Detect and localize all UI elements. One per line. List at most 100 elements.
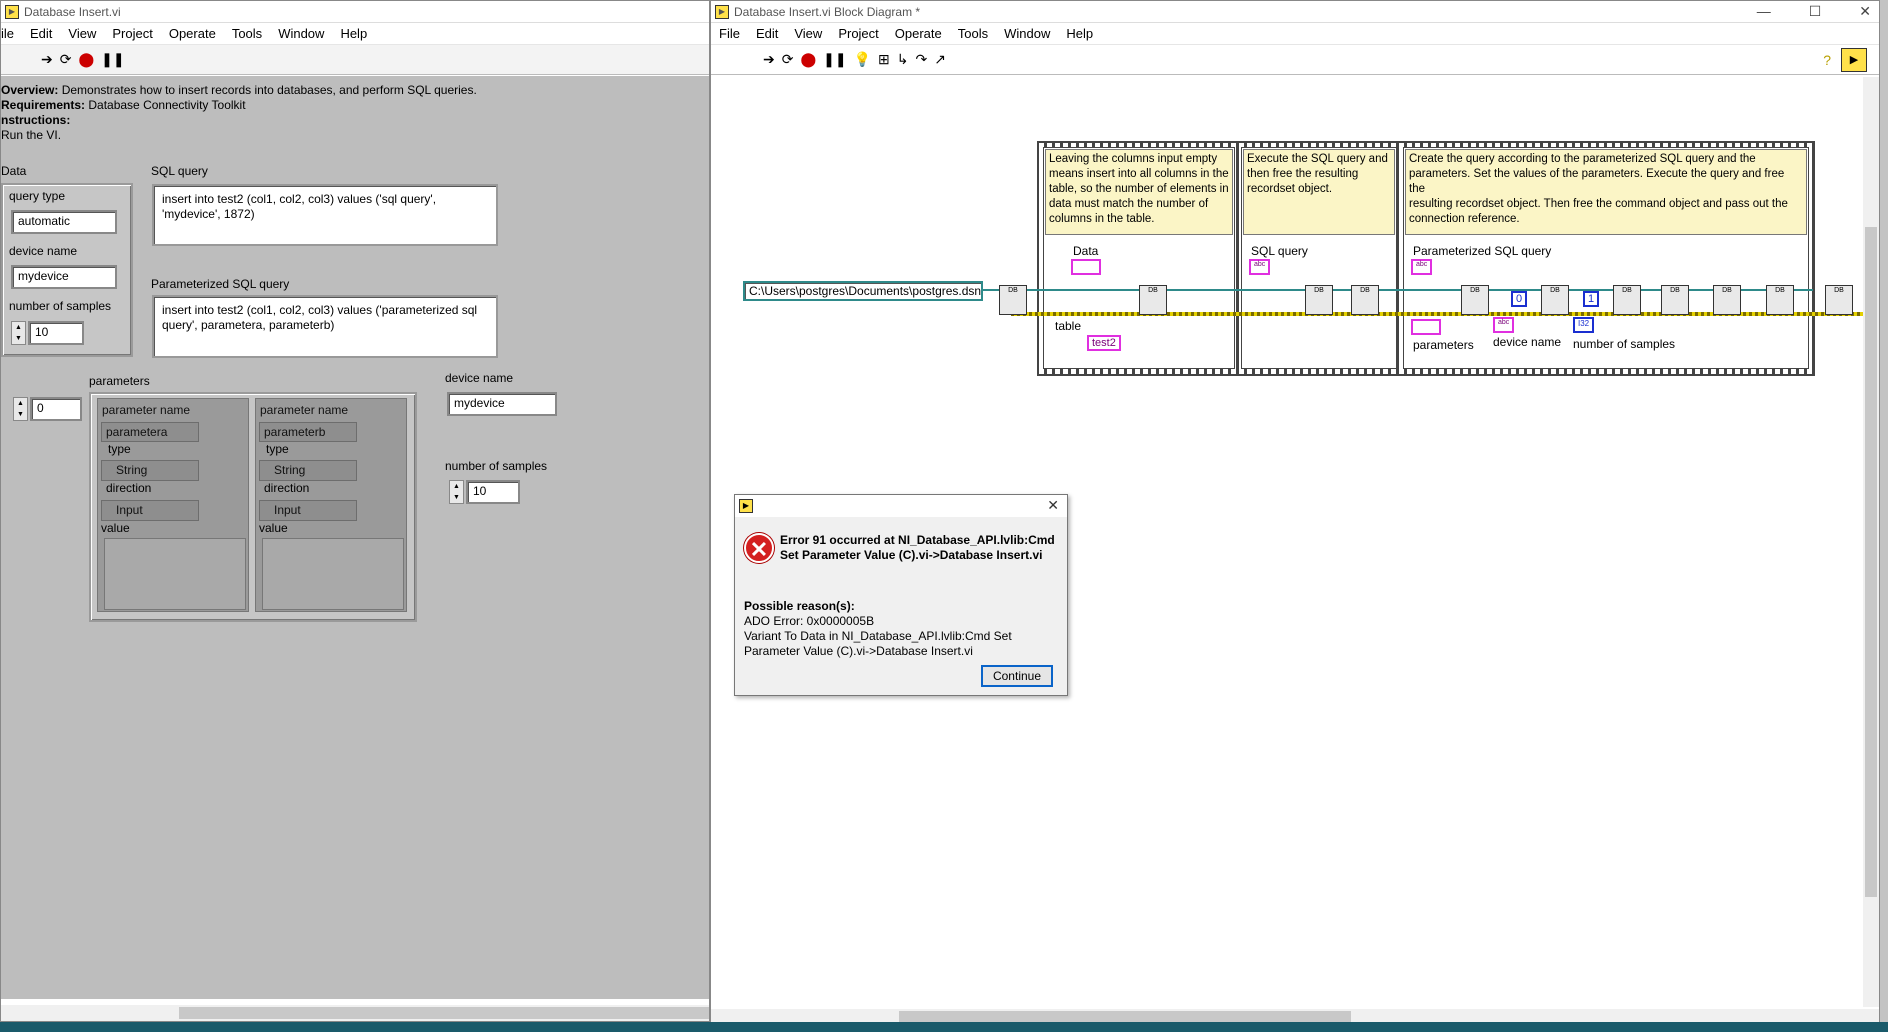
device-name-field[interactable]: mydevice [11,265,117,289]
set-parameter-node[interactable]: DB [1613,285,1641,315]
psql-terminal-label: Parameterized SQL query [1413,244,1552,258]
front-panel-window: ▶ Database Insert.vi ile Edit View Proje… [0,0,710,1022]
diagram-toolbar: ➔ ⟳ ⬤ ❚❚ 💡 ⊞ ↳ ↷ ↗ ? ▶ [711,45,1879,75]
execute-query-node[interactable]: DB [1305,285,1333,315]
execute-node[interactable]: DB [1661,285,1689,315]
parameter-type-label: type [266,442,289,456]
parameter-type-ring[interactable]: String [101,460,199,481]
menu-operate[interactable]: Operate [161,26,224,41]
dialog-close-icon[interactable]: ✕ [1047,497,1059,514]
device-name-terminal[interactable]: abc [1493,317,1515,333]
num-samples-stepper[interactable]: ▲ ▼ [11,321,26,345]
pause-icon[interactable]: ❚❚ [823,51,846,68]
diagram-title: Database Insert.vi Block Diagram * [734,4,921,19]
param-sql-terminal[interactable]: abc [1411,259,1433,275]
num-samples-terminal[interactable]: I32 [1573,317,1595,333]
array-index-field[interactable]: 0 [30,397,82,421]
abort-icon[interactable]: ⬤ [800,51,816,68]
vi-icon: ▶ [739,499,753,513]
maximize-icon[interactable]: ☐ [1809,3,1822,20]
menu-view[interactable]: View [786,26,830,41]
menu-edit[interactable]: Edit [22,26,60,41]
parameters-label: parameters [89,374,150,388]
query-type-ring[interactable]: automatic [11,210,117,234]
pause-icon[interactable]: ❚❚ [101,51,124,68]
menu-file[interactable]: ile [1,26,22,41]
step-over-icon[interactable]: ↷ [916,51,928,68]
menu-window[interactable]: Window [996,26,1058,41]
parameters-terminal[interactable] [1411,319,1441,335]
diagram-vscrollbar[interactable] [1863,77,1879,1007]
table-terminal-label: table [1055,319,1082,333]
front-hscrollbar[interactable] [1,1005,709,1021]
data-terminal-label: Data [1073,244,1099,258]
dsn-path-constant[interactable]: C:\Users\postgres\Documents\postgres.dsn [743,281,983,301]
retain-wire-values-icon[interactable]: ⊞ [878,51,890,68]
parameter-name-field[interactable]: parametera [101,422,199,442]
close-connection-node[interactable]: DB [1825,285,1853,315]
requirements-text: Requirements: Database Connectivity Tool… [1,98,246,112]
free-command-node[interactable]: DB [1766,285,1794,315]
num-samples-indicator-stepper[interactable]: ▲ ▼ [449,480,464,504]
menu-tools[interactable]: Tools [224,26,270,41]
front-panel-title: Database Insert.vi [24,4,121,19]
device-name-indicator: mydevice [447,392,557,416]
vi-icon: ▶ [715,4,729,19]
device-name-terminal-label: device name [1493,335,1562,349]
parameter-direction-label: direction [264,481,310,495]
index-constant-1[interactable]: 1 [1583,291,1600,307]
error-heading: Error 91 occurred at NI_Database_API.lvl… [780,533,1055,562]
create-parameterized-query-node[interactable]: DB [1461,285,1489,315]
comment-execute: Execute the SQL query and then free the … [1243,149,1395,235]
insert-data-node[interactable]: DB [1139,285,1167,315]
run-continuously-icon[interactable]: ⟳ [782,51,794,68]
menu-help[interactable]: Help [332,26,375,41]
parameter-value-box[interactable] [262,538,404,610]
menu-window[interactable]: Window [270,26,332,41]
menu-edit[interactable]: Edit [748,26,786,41]
help-icon[interactable]: ? [1823,52,1831,68]
table-string-constant[interactable]: test2 [1087,335,1121,351]
parameter-direction-ring[interactable]: Input [101,500,199,521]
window-controls: — ☐ ✕ [1757,3,1871,20]
menu-project[interactable]: Project [830,26,886,41]
free-object-node[interactable]: DB [1351,285,1379,315]
parameter-direction-label: direction [106,481,152,495]
sql-query-textbox[interactable]: insert into test2 (col1, col2, col3) val… [152,184,498,246]
parameter-type-ring[interactable]: String [259,460,357,481]
diagram-menubar: File Edit View Project Operate Tools Win… [711,23,1879,45]
step-out-icon[interactable]: ↗ [934,51,946,68]
parameter-direction-ring[interactable]: Input [259,500,357,521]
data-array-terminal[interactable] [1071,259,1101,275]
menu-tools[interactable]: Tools [950,26,996,41]
num-samples-field[interactable]: 10 [28,321,84,345]
sql-query-terminal[interactable]: abc [1249,259,1271,275]
menu-file[interactable]: File [711,26,748,41]
array-index-stepper[interactable]: ▲ ▼ [13,397,28,421]
front-toolbar: ➔ ⟳ ⬤ ❚❚ [1,45,709,75]
highlight-execution-icon[interactable]: 💡 [854,51,871,68]
minimize-icon[interactable]: — [1757,3,1771,20]
set-parameter-node[interactable]: DB [1541,285,1569,315]
close-icon[interactable]: ✕ [1859,3,1871,20]
num-samples-indicator: 10 [466,480,520,504]
param-sql-textbox[interactable]: insert into test2 (col1, col2, col3) val… [152,295,498,358]
menu-project[interactable]: Project [104,26,160,41]
parameter-value-box[interactable] [104,538,246,610]
parameters-terminal-label: parameters [1413,338,1474,352]
menu-view[interactable]: View [60,26,104,41]
run-arrow-icon[interactable]: ➔ [41,51,53,68]
free-recordset-node[interactable]: DB [1713,285,1741,315]
run-arrow-icon[interactable]: ➔ [763,51,775,68]
index-constant-0[interactable]: 0 [1511,291,1528,307]
parameter-type-label: type [108,442,131,456]
menu-operate[interactable]: Operate [887,26,950,41]
step-into-icon[interactable]: ↳ [897,51,909,68]
menu-help[interactable]: Help [1058,26,1101,41]
continue-button[interactable]: Continue [981,665,1053,687]
parameter-name-field[interactable]: parameterb [259,422,357,442]
vi-connector-icon: ▶ [1841,47,1867,72]
abort-icon[interactable]: ⬤ [78,51,94,68]
open-connection-node[interactable]: DB [999,285,1027,315]
run-continuously-icon[interactable]: ⟳ [60,51,72,68]
